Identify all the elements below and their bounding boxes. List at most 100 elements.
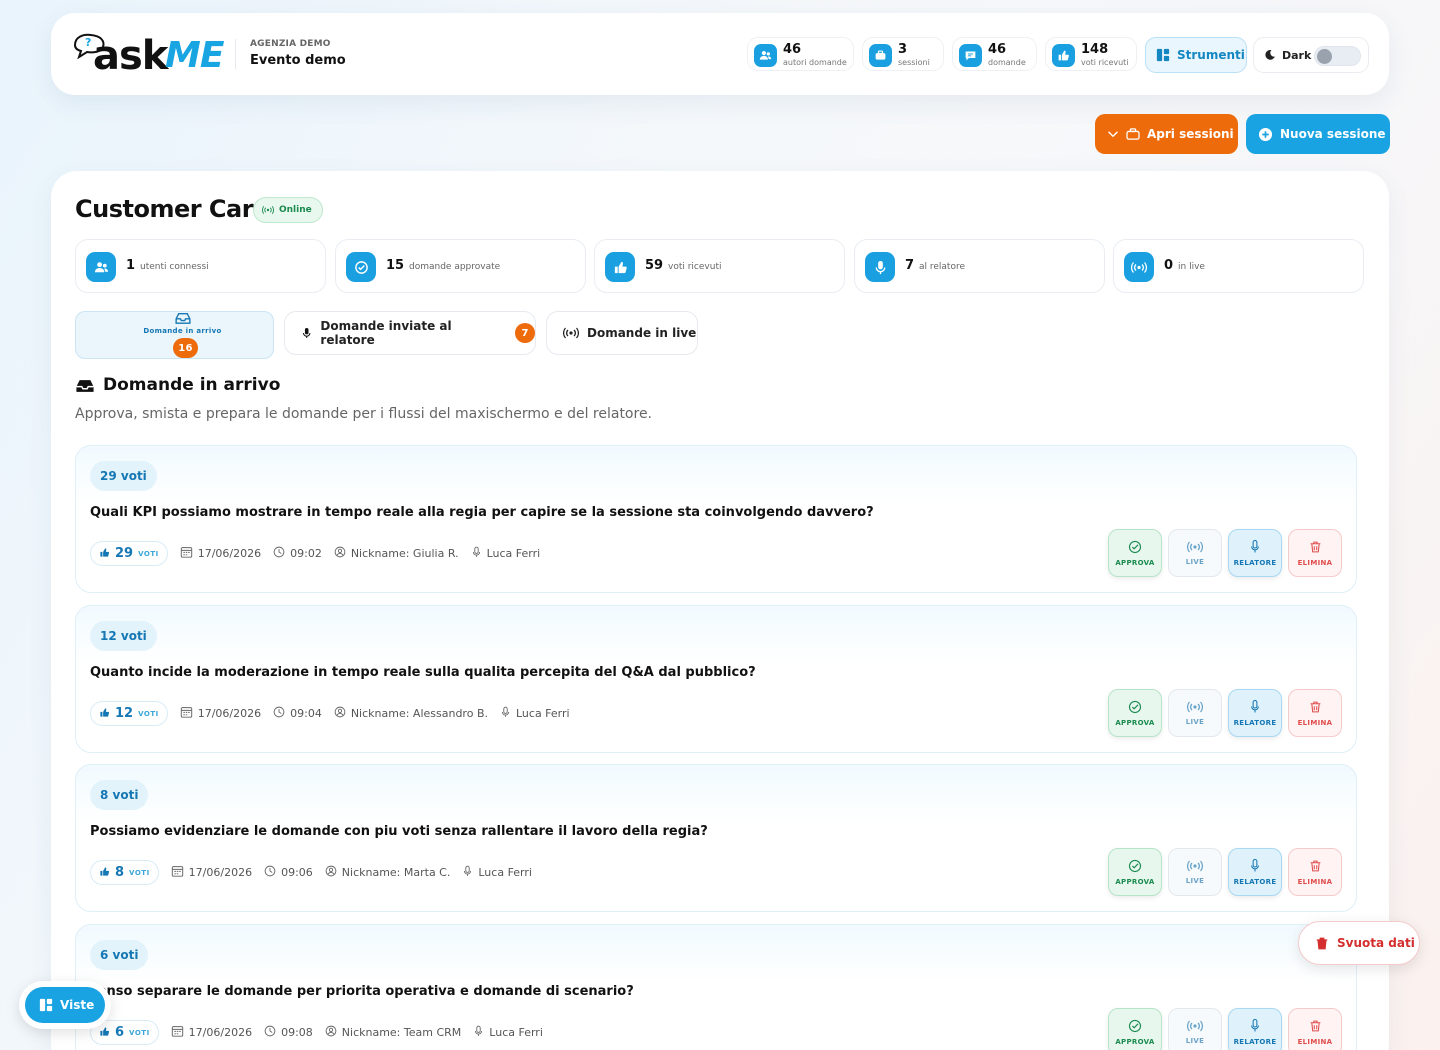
check-badge-icon (346, 252, 376, 282)
live-button[interactable]: LIVE (1168, 529, 1222, 577)
microphone-icon (1249, 699, 1261, 716)
live-button[interactable]: LIVE (1168, 1008, 1222, 1050)
check-circle-icon (1128, 540, 1142, 556)
live-button[interactable]: LIVE (1168, 689, 1222, 737)
microphone-icon (1249, 858, 1261, 875)
votes-pill: 12 voti (90, 621, 157, 651)
microphone-icon (462, 865, 473, 880)
votes-chip: 8 VOTI (90, 860, 159, 885)
question-nickname: Nickname: Alessandro B. (334, 706, 488, 721)
question-date: 17/06/2026 (171, 865, 252, 880)
question-text: Quanto incide la moderazione in tempo re… (90, 665, 756, 680)
send-to-speaker-button[interactable]: RELATORE (1228, 848, 1282, 896)
tab-badge: 16 (173, 338, 198, 358)
chevron-down-icon (1108, 131, 1118, 138)
check-circle-icon (1128, 700, 1142, 716)
question-nickname: Nickname: Marta C. (325, 865, 450, 880)
plus-circle-icon (1258, 127, 1273, 141)
approve-button[interactable]: APPROVA (1108, 848, 1162, 896)
tools-button[interactable]: Strumenti (1145, 37, 1247, 73)
approve-button[interactable]: APPROVA (1108, 529, 1162, 577)
views-button[interactable]: Viste (25, 987, 105, 1023)
toggle-knob (1317, 49, 1332, 64)
question-card: 8 voti Possiamo evidenziare le domande co… (75, 764, 1357, 912)
question-speaker: Luca Ferri (500, 706, 570, 721)
send-to-speaker-button[interactable]: RELATORE (1228, 689, 1282, 737)
microphone-icon (500, 706, 511, 721)
broadcast-icon (1124, 252, 1154, 282)
send-to-speaker-button[interactable]: RELATORE (1228, 1008, 1282, 1050)
agency-name: AGENZIA DEMO (250, 39, 331, 49)
check-circle-icon (1128, 1019, 1142, 1035)
microphone-icon (1249, 1018, 1261, 1035)
delete-button[interactable]: ELIMINA (1288, 848, 1342, 896)
delete-button[interactable]: ELIMINA (1288, 1008, 1342, 1050)
user-circle-icon (334, 546, 346, 561)
briefcase-icon (1126, 128, 1140, 140)
thumbs-up-icon (605, 252, 635, 282)
question-card: 12 voti Quanto incide la moderazione in t… (75, 605, 1357, 753)
logo-me: ME (165, 35, 224, 76)
broadcast-icon (1187, 1020, 1203, 1034)
dark-mode-toggle[interactable] (1314, 46, 1361, 66)
clear-data-button[interactable]: Svuota dati (1298, 921, 1420, 965)
logo-ask: ask (93, 33, 168, 79)
user-circle-icon (334, 706, 346, 721)
send-to-speaker-button[interactable]: RELATORE (1228, 529, 1282, 577)
broadcast-icon (563, 327, 579, 339)
question-time: 09:06 (264, 865, 313, 880)
kpi-connected-users: 1 utenti connessi (75, 239, 326, 293)
dashboard-icon (39, 998, 53, 1012)
thumbs-up-icon (99, 547, 110, 561)
votes-pill: 29 voti (90, 461, 157, 491)
question-time: 09:02 (273, 546, 322, 561)
dark-mode-switch[interactable]: Dark (1253, 37, 1369, 73)
trash-icon (1309, 859, 1322, 875)
calendar-icon (171, 865, 184, 880)
question-text: Quali KPI possiamo mostrare in tempo rea… (90, 505, 874, 520)
open-sessions-button[interactable]: Apri sessioni (1095, 114, 1238, 154)
calendar-icon (180, 706, 193, 721)
approve-button[interactable]: APPROVA (1108, 689, 1162, 737)
stat-questions: 46 domande (952, 37, 1037, 71)
microphone-icon (1249, 539, 1261, 556)
stat-authors: 46 autori domande (747, 37, 854, 71)
question-actions: APPROVA LIVE RELATORE ELIMINA (1108, 848, 1342, 896)
trash-icon (1309, 1019, 1322, 1035)
question-card: 29 voti Quali KPI possiamo mostrare in te… (75, 445, 1357, 593)
live-button[interactable]: LIVE (1168, 848, 1222, 896)
question-meta: 8 VOTI 17/06/2026 09:06 Nickname: Marta C. Lu… (90, 860, 532, 885)
tab-live[interactable]: Domande in live (546, 311, 698, 355)
tab-incoming[interactable]: Domande in arrivo 16 (75, 311, 274, 359)
kpi-in-live: 0 in live (1113, 239, 1364, 293)
broadcast-icon (1187, 541, 1203, 555)
askme-logo[interactable]: ? ask ME (71, 31, 224, 79)
question-meta: 12 VOTI 17/06/2026 09:04 Nickname: Alessandr… (90, 701, 570, 726)
question-speaker: Luca Ferri (471, 546, 540, 561)
top-header: ? ask ME AGENZIA DEMO Evento demo 46 aut… (51, 13, 1389, 95)
votes-pill: 8 voti (90, 780, 149, 810)
question-meta: 6 VOTI 17/06/2026 09:08 Nickname: Team CRM Lu… (90, 1020, 543, 1045)
approve-button[interactable]: APPROVA (1108, 1008, 1162, 1050)
delete-button[interactable]: ELIMINA (1288, 689, 1342, 737)
clock-icon (273, 546, 285, 561)
views-button-wrap: Viste (19, 981, 111, 1029)
header-divider (235, 39, 236, 69)
user-circle-icon (325, 865, 337, 880)
svg-text:?: ? (85, 36, 91, 49)
question-time: 09:04 (273, 706, 322, 721)
new-session-button[interactable]: Nuova sessione (1246, 114, 1390, 154)
question-nickname: Nickname: Team CRM (325, 1025, 461, 1040)
clock-icon (264, 1025, 276, 1040)
kpi-to-speaker: 7 al relatore (854, 239, 1105, 293)
chat-icon (959, 44, 982, 67)
question-text: senso separare le domande per priorita o… (90, 984, 634, 999)
question-actions: APPROVA LIVE RELATORE ELIMINA (1108, 689, 1342, 737)
inbox-icon (174, 313, 191, 324)
question-speaker: Luca Ferri (462, 865, 532, 880)
tab-sent-to-speaker[interactable]: Domande inviate al relatore 7 (284, 311, 536, 355)
kpi-votes-received: 59 voti ricevuti (594, 239, 845, 293)
thumbs-up-icon (99, 1026, 110, 1040)
broadcast-icon (1187, 701, 1203, 715)
delete-button[interactable]: ELIMINA (1288, 529, 1342, 577)
